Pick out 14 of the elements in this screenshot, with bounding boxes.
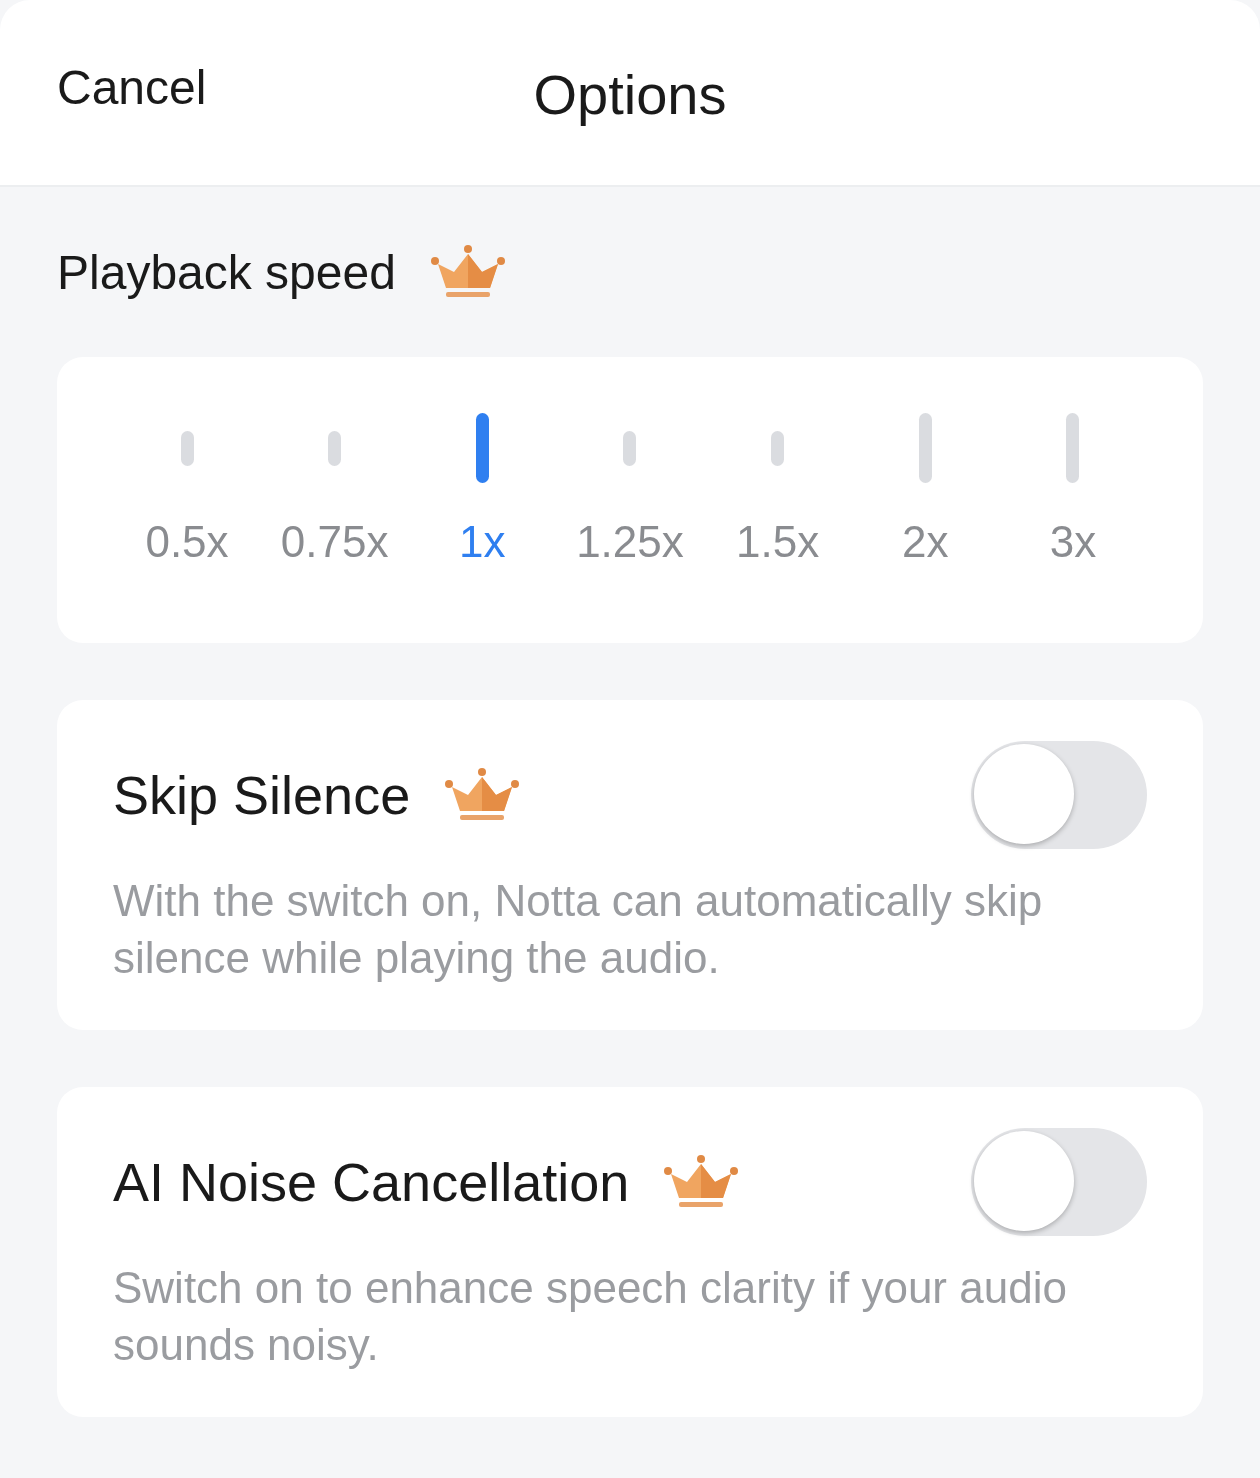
speed-option[interactable]: 3x [1002, 413, 1143, 567]
section-label: Playback speed [57, 244, 396, 300]
setting-description: Switch on to enhance speech clarity if your audio sounds noisy. [113, 1262, 1068, 1371]
speed-option[interactable]: 1.5x [707, 413, 848, 567]
speed-option[interactable]: 2x [855, 413, 996, 567]
setting-description: With the switch on, Notta can automatically skip silence while playing the audio. [113, 875, 1044, 984]
speed-option[interactable]: 0.75x [264, 413, 405, 567]
setting-title: Skip Silence [113, 764, 411, 826]
speed-option[interactable]: 1.25x [559, 413, 700, 567]
speed-option[interactable]: 0.5x [117, 413, 257, 567]
cancel-button[interactable]: Cancel [57, 60, 207, 115]
setting-title: AI Noise Cancellation [113, 1151, 630, 1213]
screen-title: Options [533, 62, 727, 127]
speed-option[interactable]: 1x [412, 413, 553, 567]
